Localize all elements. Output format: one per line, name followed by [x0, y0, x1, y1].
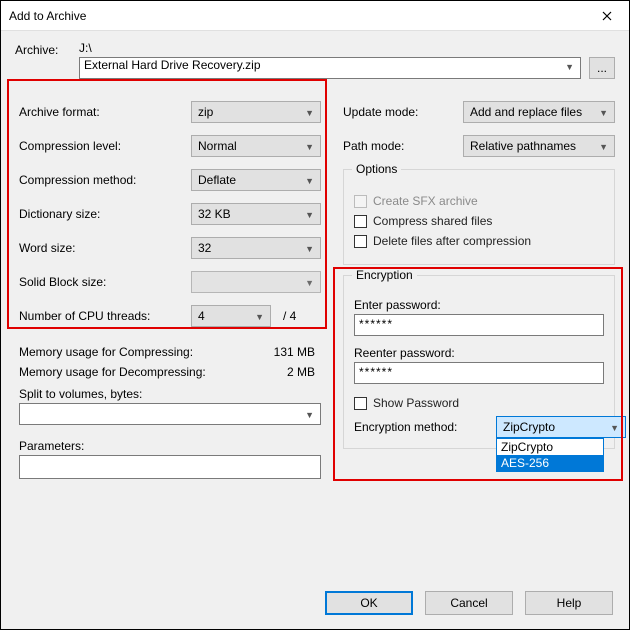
close-button[interactable]	[584, 1, 629, 31]
archive-format-label: Archive format:	[19, 105, 191, 119]
word-size-label: Word size:	[19, 241, 191, 255]
ok-label: OK	[360, 596, 377, 610]
split-volumes-combobox[interactable]: ▼	[19, 403, 321, 425]
archive-drive: J:\	[79, 41, 581, 55]
compression-method-label: Compression method:	[19, 173, 191, 187]
window-title: Add to Archive	[9, 9, 584, 23]
archive-label: Archive:	[15, 41, 71, 57]
compress-shared-label: Compress shared files	[373, 214, 492, 228]
archive-name-combobox[interactable]: External Hard Drive Recovery.zip ▼	[79, 57, 581, 79]
encryption-group: Encryption Enter password: ****** Reente…	[343, 275, 615, 449]
cpu-threads-value: 4	[198, 309, 205, 323]
chevron-down-icon: ▼	[305, 142, 314, 152]
compression-method-value: Deflate	[198, 173, 236, 187]
update-mode-select[interactable]: Add and replace files ▼	[463, 101, 615, 123]
dialog-footer: OK Cancel Help	[325, 591, 613, 615]
archive-name-value: External Hard Drive Recovery.zip	[84, 58, 261, 72]
enter-password-value: ******	[359, 317, 393, 331]
help-label: Help	[557, 596, 582, 610]
mem-compress-label: Memory usage for Compressing:	[19, 345, 193, 359]
chevron-down-icon: ▼	[610, 423, 619, 433]
enter-password-input[interactable]: ******	[354, 314, 604, 336]
options-group: Options Create SFX archive Compress shar…	[343, 169, 615, 265]
sfx-checkbox	[354, 195, 367, 208]
cancel-label: Cancel	[450, 596, 487, 610]
archive-format-value: zip	[198, 105, 213, 119]
path-mode-select[interactable]: Relative pathnames ▼	[463, 135, 615, 157]
chevron-down-icon: ▼	[599, 108, 608, 118]
encryption-option-zipcrypto[interactable]: ZipCrypto	[497, 439, 603, 455]
mem-compress-value: 131 MB	[274, 345, 315, 359]
encryption-method-dropdown: ZipCrypto AES-256	[496, 438, 604, 472]
titlebar: Add to Archive	[1, 1, 629, 31]
chevron-down-icon: ▼	[255, 312, 264, 322]
parameters-input[interactable]	[19, 455, 321, 479]
help-button[interactable]: Help	[525, 591, 613, 615]
compression-level-value: Normal	[198, 139, 237, 153]
update-mode-label: Update mode:	[343, 105, 453, 119]
compression-method-select[interactable]: Deflate ▼	[191, 169, 321, 191]
split-volumes-label: Split to volumes, bytes:	[19, 387, 321, 401]
archive-format-select[interactable]: zip ▼	[191, 101, 321, 123]
path-mode-label: Path mode:	[343, 139, 453, 153]
chevron-down-icon: ▼	[305, 210, 314, 220]
chevron-down-icon: ▼	[305, 410, 314, 420]
parameters-label: Parameters:	[19, 439, 321, 453]
ok-button[interactable]: OK	[325, 591, 413, 615]
reenter-password-label: Reenter password:	[354, 346, 604, 360]
compress-shared-checkbox[interactable]	[354, 215, 367, 228]
sfx-label: Create SFX archive	[373, 194, 478, 208]
compression-level-select[interactable]: Normal ▼	[191, 135, 321, 157]
cancel-button[interactable]: Cancel	[425, 591, 513, 615]
word-size-value: 32	[198, 241, 211, 255]
cpu-threads-select[interactable]: 4 ▼	[191, 305, 271, 327]
reenter-password-input[interactable]: ******	[354, 362, 604, 384]
mem-decompress-label: Memory usage for Decompressing:	[19, 365, 206, 379]
chevron-down-icon: ▼	[565, 62, 574, 72]
update-mode-value: Add and replace files	[470, 105, 582, 119]
show-password-label: Show Password	[373, 396, 459, 410]
enter-password-label: Enter password:	[354, 298, 604, 312]
chevron-down-icon: ▼	[599, 142, 608, 152]
word-size-select[interactable]: 32 ▼	[191, 237, 321, 259]
delete-after-label: Delete files after compression	[373, 234, 531, 248]
encryption-method-label: Encryption method:	[354, 420, 486, 434]
path-mode-value: Relative pathnames	[470, 139, 576, 153]
chevron-down-icon: ▼	[305, 108, 314, 118]
delete-after-checkbox[interactable]	[354, 235, 367, 248]
reenter-password-value: ******	[359, 365, 393, 379]
encryption-method-value: ZipCrypto	[503, 420, 555, 434]
options-legend: Options	[352, 162, 401, 176]
encryption-method-select[interactable]: ZipCrypto ▼	[496, 416, 626, 438]
solid-block-size-label: Solid Block size:	[19, 275, 191, 289]
chevron-down-icon: ▼	[305, 176, 314, 186]
cpu-threads-total: / 4	[283, 309, 296, 323]
encryption-option-aes256[interactable]: AES-256	[497, 455, 603, 471]
dictionary-size-label: Dictionary size:	[19, 207, 191, 221]
mem-decompress-value: 2 MB	[287, 365, 315, 379]
cpu-threads-label: Number of CPU threads:	[19, 309, 191, 323]
chevron-down-icon: ▼	[305, 278, 314, 288]
chevron-down-icon: ▼	[305, 244, 314, 254]
dictionary-size-select[interactable]: 32 KB ▼	[191, 203, 321, 225]
compression-level-label: Compression level:	[19, 139, 191, 153]
solid-block-size-select: ▼	[191, 271, 321, 293]
browse-label: ...	[597, 61, 607, 75]
dialog-window: Add to Archive Archive: J:\ External Har…	[0, 0, 630, 630]
browse-button[interactable]: ...	[589, 57, 615, 79]
show-password-checkbox[interactable]	[354, 397, 367, 410]
close-icon	[602, 11, 612, 21]
dictionary-size-value: 32 KB	[198, 207, 231, 221]
encryption-legend: Encryption	[352, 268, 417, 282]
